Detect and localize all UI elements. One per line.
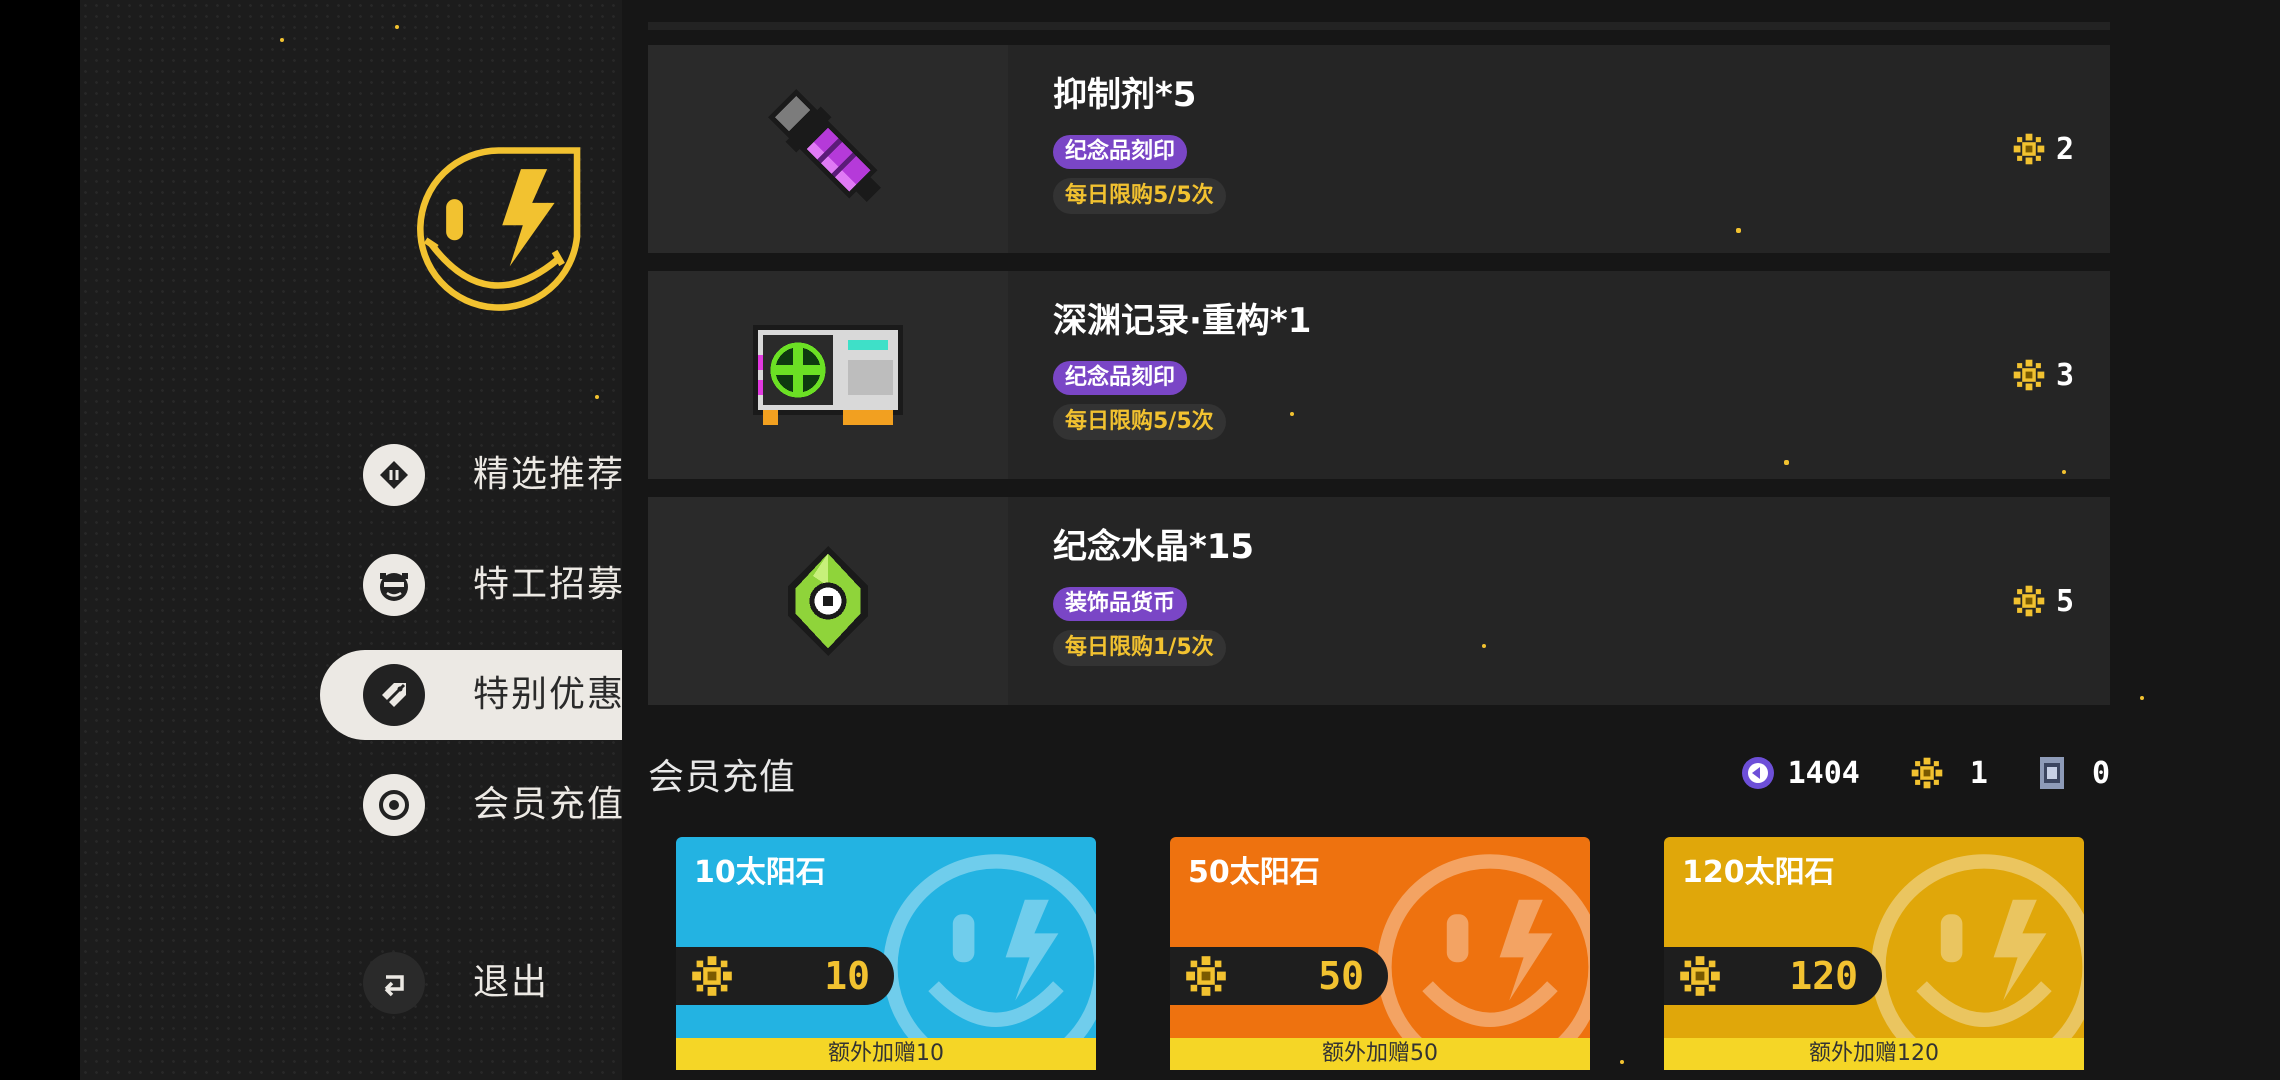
amount-value: 120 bbox=[1789, 954, 1858, 998]
smiley-watermark bbox=[876, 847, 1096, 1070]
offer-tag: 纪念品刻印 bbox=[1053, 361, 1188, 395]
memorial-crystal-icon bbox=[648, 497, 1008, 705]
price-value: 3 bbox=[2055, 357, 2074, 393]
sidebar: 精选推荐 特工招募 特别优惠 会员充值 退出 bbox=[80, 0, 680, 1080]
sunstone-icon bbox=[2012, 358, 2046, 392]
smiley-bolt-logo bbox=[417, 147, 581, 311]
nav-label: 特工招募 bbox=[473, 564, 626, 605]
sunstone-icon bbox=[1678, 954, 1722, 998]
offer-title: 深渊记录·重构*1 bbox=[1053, 301, 1312, 341]
offer-price: 5 bbox=[2012, 581, 2074, 621]
sale-tag-icon bbox=[363, 664, 425, 726]
sunstone-icon bbox=[1910, 756, 1944, 790]
price-value: 2 bbox=[2055, 131, 2074, 167]
amount-value: 10 bbox=[824, 954, 870, 998]
coin-icon bbox=[363, 774, 425, 836]
sunstone-icon bbox=[690, 954, 734, 998]
amount-pill: 10 bbox=[676, 947, 894, 1005]
smiley-watermark bbox=[1864, 847, 2084, 1070]
offer-title: 纪念水晶*15 bbox=[1053, 527, 1255, 567]
amount-value: 50 bbox=[1318, 954, 1364, 998]
voucher-balance: 0 bbox=[2091, 755, 2110, 791]
sunstone-icon bbox=[2012, 132, 2046, 166]
offer-price: 3 bbox=[2012, 355, 2074, 395]
offer-tag: 纪念品刻印 bbox=[1053, 135, 1188, 169]
card-title: 10太阳石 bbox=[694, 855, 826, 890]
voucher-icon bbox=[2039, 757, 2064, 789]
nav-label: 特别优惠 bbox=[473, 674, 626, 715]
nav-label: 会员充值 bbox=[473, 784, 626, 825]
currency-balances: 1404 1 0 bbox=[1740, 752, 2110, 794]
offer-title: 抑制剂*5 bbox=[1053, 75, 1197, 115]
ticket-icon bbox=[363, 444, 425, 506]
token-icon bbox=[1741, 757, 1774, 789]
inhibitor-vial-icon bbox=[648, 45, 1008, 253]
exit-label: 退出 bbox=[473, 962, 550, 1003]
sunstone-icon bbox=[1184, 954, 1228, 998]
recharge-card-120[interactable]: 120太阳石 120 额外加赠120 bbox=[1664, 837, 2084, 1070]
amount-pill: 50 bbox=[1170, 947, 1388, 1005]
abyss-record-chip-icon bbox=[648, 271, 1008, 479]
offer-row[interactable]: 深渊记录·重构*1 纪念品刻印 每日限购5/5次 3 bbox=[648, 271, 2110, 479]
card-title: 120太阳石 bbox=[1682, 855, 1835, 890]
nav-label: 精选推荐 bbox=[473, 454, 626, 495]
agent-face-icon bbox=[363, 554, 425, 616]
return-arrow-icon bbox=[363, 952, 425, 1014]
sunstone-icon bbox=[2012, 584, 2046, 618]
bonus-label: 额外加赠50 bbox=[1170, 1038, 1590, 1070]
bonus-label: 额外加赠120 bbox=[1664, 1038, 2084, 1070]
smiley-watermark bbox=[1370, 847, 1590, 1070]
section-title: 会员充值 bbox=[648, 757, 797, 798]
recharge-card-10[interactable]: 10太阳石 10 额外加赠10 bbox=[676, 837, 1096, 1070]
offer-price: 2 bbox=[2012, 129, 2074, 169]
offer-row[interactable]: 纪念水晶*15 装饰品货币 每日限购1/5次 5 bbox=[648, 497, 2110, 705]
purchase-limit: 每日限购5/5次 bbox=[1053, 404, 1226, 440]
token-balance: 1404 bbox=[1787, 755, 1860, 791]
recharge-card-50[interactable]: 50太阳石 50 额外加赠50 bbox=[1170, 837, 1590, 1070]
offer-row[interactable]: 抑制剂*5 纪念品刻印 每日限购5/5次 2 bbox=[648, 45, 2110, 253]
previous-offer-edge bbox=[648, 22, 2110, 30]
amount-pill: 120 bbox=[1664, 947, 1882, 1005]
bonus-label: 额外加赠10 bbox=[676, 1038, 1096, 1070]
purchase-limit: 每日限购1/5次 bbox=[1053, 630, 1226, 666]
price-value: 5 bbox=[2055, 583, 2074, 619]
card-title: 50太阳石 bbox=[1188, 855, 1320, 890]
purchase-limit: 每日限购5/5次 bbox=[1053, 178, 1226, 214]
offer-tag: 装饰品货币 bbox=[1053, 587, 1188, 621]
sunstone-balance: 1 bbox=[1969, 755, 1988, 791]
